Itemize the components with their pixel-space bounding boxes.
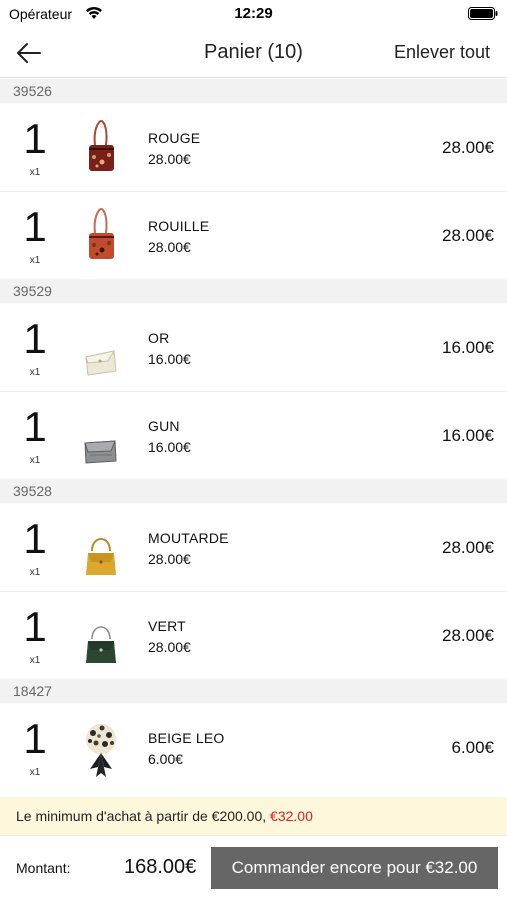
unit-price: 28.00€ [148,239,191,255]
line-total: 28.00€ [442,138,494,157]
quantity[interactable]: 1 [19,205,51,249]
line-total: 16.00€ [442,338,494,357]
unit-price: 16.00€ [148,439,191,455]
unit-price: 16.00€ [148,351,191,367]
product-name: VERT [148,618,186,634]
cart-item[interactable]: 1 x1 GUN 16.00€ 16.00€ [0,391,507,479]
quantity-label: x1 [29,767,41,778]
product-name: MOUTARDE [148,530,229,546]
cart-item[interactable]: 1 x1 MOUTARDE 28.00€ 28.00€ [0,503,507,591]
checkout-bar: Montant: 168.00€ Commander encore pour €… [0,835,507,900]
quantity-label: x1 [29,655,41,666]
status-bar: Opérateur 12:29 [0,0,507,28]
quantity[interactable]: 1 [19,317,51,361]
quantity[interactable]: 1 [19,405,51,449]
order-more-button[interactable]: Commander encore pour €32.00 [211,847,498,889]
cart-list: 39526 1 x1 ROUGE 28.00€ 28.00€ 1 x1 ROUI… [0,79,507,791]
navigation-bar: Panier (10) Enlever tout [0,28,507,78]
mustard-bag-thumbnail [86,538,116,575]
cart-total: 168.00€ [124,856,197,878]
gold-clutch-thumbnail [85,350,117,376]
unit-price: 28.00€ [148,639,191,655]
unit-price: 28.00€ [148,151,191,167]
battery-icon [468,7,498,20]
rust-bag-thumbnail [89,207,114,259]
quantity-label: x1 [29,255,41,266]
gun-clutch-thumbnail [84,440,117,464]
product-name: OR [148,330,170,346]
red-bag-thumbnail [89,119,114,171]
product-name: BEIGE LEO [148,730,225,746]
product-name: ROUGE [148,130,201,146]
quantity[interactable]: 1 [19,717,51,761]
group-header: 18427 [0,679,507,703]
quantity-label: x1 [29,567,41,578]
remove-all-button[interactable]: Enlever tout [394,42,490,63]
line-total: 16.00€ [442,426,494,445]
line-total: 28.00€ [442,226,494,245]
clock: 12:29 [234,5,273,22]
green-bag-thumbnail [86,626,116,663]
product-name: GUN [148,418,180,434]
group-header: 39528 [0,479,507,503]
quantity[interactable]: 1 [19,117,51,161]
missing-amount: €32.00 [270,808,313,824]
quantity-label: x1 [29,455,41,466]
quantity-label: x1 [29,367,41,378]
back-arrow-icon[interactable] [14,40,44,66]
line-total: 6.00€ [451,738,494,757]
group-header: 39529 [0,279,507,303]
quantity[interactable]: 1 [19,517,51,561]
quantity-label: x1 [29,167,41,178]
cart-item[interactable]: 1 x1 ROUILLE 28.00€ 28.00€ [0,191,507,279]
minimum-order-notice: Le minimum d'achat à partir de €200.00, … [0,797,507,835]
cart-item[interactable]: 1 x1 OR 16.00€ 16.00€ [0,303,507,391]
quantity[interactable]: 1 [19,605,51,649]
product-name: ROUILLE [148,218,210,234]
cart-item[interactable]: 1 x1 ROUGE 28.00€ 28.00€ [0,103,507,191]
unit-price: 28.00€ [148,551,191,567]
unit-price: 6.00€ [148,751,184,767]
leopard-scarf-thumbnail [86,724,116,777]
cart-item[interactable]: 1 x1 VERT 28.00€ 28.00€ [0,591,507,679]
group-header: 39526 [0,79,507,103]
minimum-order-text: Le minimum d'achat à partir de €200.00, [16,808,271,824]
amount-label: Montant: [16,860,71,876]
line-total: 28.00€ [442,538,494,557]
line-total: 28.00€ [442,626,494,645]
cart-item[interactable]: 1 x1 BEIGE LEO 6.00€ 6.00€ [0,703,507,791]
